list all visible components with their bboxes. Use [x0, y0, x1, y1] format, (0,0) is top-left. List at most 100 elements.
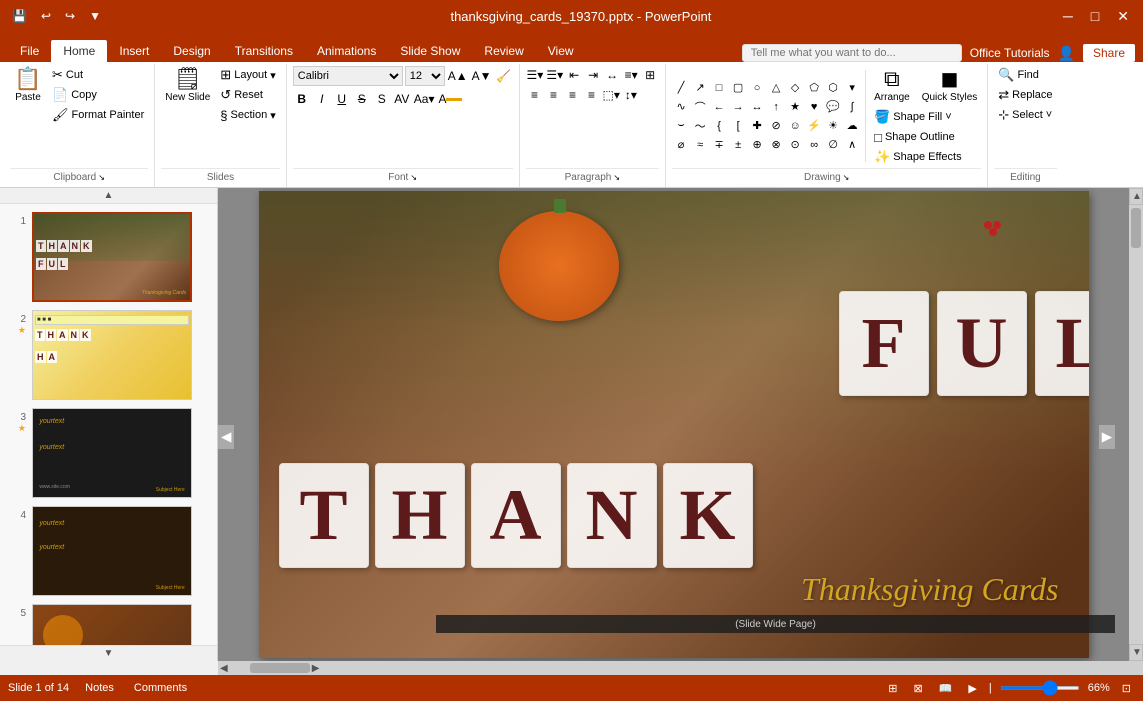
shape-sun[interactable]: ☀: [824, 117, 842, 135]
shape-effects-button[interactable]: ✨ Shape Effects: [870, 148, 981, 166]
shape-lightning[interactable]: ⚡: [805, 117, 823, 135]
new-slide-button[interactable]: 🗒 New Slide: [161, 66, 214, 106]
tab-home[interactable]: Home: [51, 40, 107, 62]
decrease-indent-button[interactable]: ⇤: [565, 66, 583, 84]
shape-triangle[interactable]: △: [767, 79, 785, 97]
redo-button[interactable]: ↪: [61, 7, 79, 25]
slide-img-1[interactable]: T H A N K F U L Thanksgiving Cards: [32, 212, 192, 302]
shape-round-rect[interactable]: ▢: [729, 79, 747, 97]
copy-button[interactable]: 📄 Copy: [48, 86, 148, 104]
align-text-button[interactable]: ≡▾: [622, 66, 640, 84]
scroll-up-arrow[interactable]: ▲: [1129, 188, 1143, 205]
normal-view-button[interactable]: ⊞: [884, 681, 901, 696]
numbered-list-button[interactable]: ☰▾: [545, 66, 564, 84]
slide-thumb-4[interactable]: 4 yourtext yourtext Subject Here: [8, 506, 209, 596]
shape-fill-button[interactable]: 🪣 Shape Fill ˅: [870, 108, 981, 126]
shape-line[interactable]: ╱: [672, 79, 690, 97]
shape-cloud[interactable]: ☁: [843, 117, 861, 135]
scroll-down-arrow[interactable]: ▼: [1129, 644, 1143, 661]
minimize-button[interactable]: ─: [1057, 6, 1079, 26]
hscroll-left[interactable]: ◀: [218, 661, 230, 676]
vertical-scrollbar[interactable]: ▲ ▼: [1129, 188, 1143, 661]
hscroll-thumb[interactable]: [250, 663, 310, 673]
section-button[interactable]: § Section ▾: [216, 106, 279, 124]
shape-diamond[interactable]: ◇: [786, 79, 804, 97]
office-tutorials-link[interactable]: Office Tutorials: [970, 46, 1050, 60]
shape-s10[interactable]: ∧: [843, 136, 861, 154]
shape-s2[interactable]: ≈: [691, 136, 709, 154]
find-button[interactable]: 🔍 Find: [994, 66, 1043, 84]
shape-outline-button[interactable]: □ Shape Outline: [870, 128, 981, 146]
paste-button[interactable]: 📋 Paste: [10, 66, 46, 106]
drawing-expand-icon[interactable]: ↘: [843, 173, 850, 182]
shape-brace[interactable]: {: [710, 117, 728, 135]
shape-arrow[interactable]: ↗: [691, 79, 709, 97]
shape-s5[interactable]: ⊕: [748, 136, 766, 154]
change-case-button[interactable]: Aa▾: [413, 90, 436, 108]
slide-img-4[interactable]: yourtext yourtext Subject Here: [32, 506, 192, 596]
paragraph-expand-icon[interactable]: ↘: [613, 173, 620, 182]
tab-insert[interactable]: Insert: [107, 40, 161, 62]
shape-bend[interactable]: ⌒: [691, 98, 709, 116]
shape-s1[interactable]: ⌀: [672, 136, 690, 154]
zoom-slider[interactable]: [1000, 686, 1080, 690]
slide-thumb-3[interactable]: 3 ★ yourtext yourtext www.site.com Subje…: [8, 408, 209, 498]
tab-file[interactable]: File: [8, 40, 51, 62]
justify-button[interactable]: ≡: [583, 86, 601, 104]
format-painter-button[interactable]: 🖌 Format Painter: [48, 106, 148, 124]
bullet-list-button[interactable]: ☰▾: [526, 66, 545, 84]
font-expand-icon[interactable]: ↘: [410, 173, 417, 182]
shape-cross[interactable]: ✚: [748, 117, 766, 135]
search-input[interactable]: [742, 44, 962, 62]
line-spacing-button[interactable]: ↕▾: [622, 86, 640, 104]
slideshow-button[interactable]: ▶: [964, 681, 980, 696]
canvas-scroll-left[interactable]: ◀: [218, 425, 234, 449]
slides-scroll-down[interactable]: ▼: [0, 645, 217, 661]
slide-img-2[interactable]: ■ ■ ■ T H A N K H A: [32, 310, 192, 400]
align-right-button[interactable]: ≡: [564, 86, 582, 104]
shape-bracket[interactable]: [: [729, 117, 747, 135]
tab-review[interactable]: Review: [472, 40, 535, 62]
slide-img-3[interactable]: yourtext yourtext www.site.com Subject H…: [32, 408, 192, 498]
font-name-select[interactable]: Calibri: [293, 66, 403, 86]
increase-font-size-button[interactable]: A▲: [447, 67, 469, 85]
notes-button[interactable]: Notes: [81, 681, 118, 695]
shape-wave[interactable]: 〜: [691, 117, 709, 135]
clipboard-expand-icon[interactable]: ↘: [98, 173, 105, 182]
slide-canvas[interactable]: F U L T H A N K Thanksgiving Cards: [259, 191, 1089, 658]
shape-s7[interactable]: ⊙: [786, 136, 804, 154]
shape-s9[interactable]: ∅: [824, 136, 842, 154]
shape-up-arrow[interactable]: ↑: [767, 98, 785, 116]
shape-ban[interactable]: ⊘: [767, 117, 785, 135]
font-color-button[interactable]: A: [437, 90, 463, 108]
layout-button[interactable]: ⊞ Layout ▾: [216, 66, 279, 84]
text-direction-button[interactable]: ↔: [603, 66, 621, 84]
slide-thumb-1[interactable]: 1 T H A N K F: [8, 212, 209, 302]
clear-formatting-button[interactable]: 🧹: [495, 67, 513, 85]
bold-button[interactable]: B: [293, 90, 311, 108]
fit-window-button[interactable]: ⊡: [1118, 681, 1135, 696]
increase-indent-button[interactable]: ⇥: [584, 66, 602, 84]
shape-heart[interactable]: ♥: [805, 98, 823, 116]
customize-qat-button[interactable]: ▼: [85, 7, 105, 25]
align-center-button[interactable]: ≡: [545, 86, 563, 104]
canvas-scroll-right[interactable]: ▶: [1099, 425, 1115, 449]
smartart-button[interactable]: ⊞: [641, 66, 659, 84]
quick-styles-button[interactable]: ◼ Quick Styles: [918, 66, 982, 106]
scroll-thumb[interactable]: [1131, 208, 1141, 248]
cut-button[interactable]: ✂ Cut: [48, 66, 148, 84]
shape-s3[interactable]: ∓: [710, 136, 728, 154]
shape-more[interactable]: ▾: [843, 79, 861, 97]
reset-button[interactable]: ↺ Reset: [216, 86, 279, 104]
shape-callout[interactable]: 💬: [824, 98, 842, 116]
tab-view[interactable]: View: [536, 40, 586, 62]
slide-thumb-5[interactable]: 5 Slide 5: [8, 604, 209, 645]
char-spacing-button[interactable]: AV: [393, 90, 411, 108]
maximize-button[interactable]: □: [1085, 6, 1105, 26]
shape-s6[interactable]: ⊗: [767, 136, 785, 154]
shape-star[interactable]: ★: [786, 98, 804, 116]
save-button[interactable]: 💾: [8, 7, 31, 25]
replace-button[interactable]: ⇄ Replace: [994, 86, 1056, 104]
shape-smiley[interactable]: ☺: [786, 117, 804, 135]
shape-rect[interactable]: □: [710, 79, 728, 97]
